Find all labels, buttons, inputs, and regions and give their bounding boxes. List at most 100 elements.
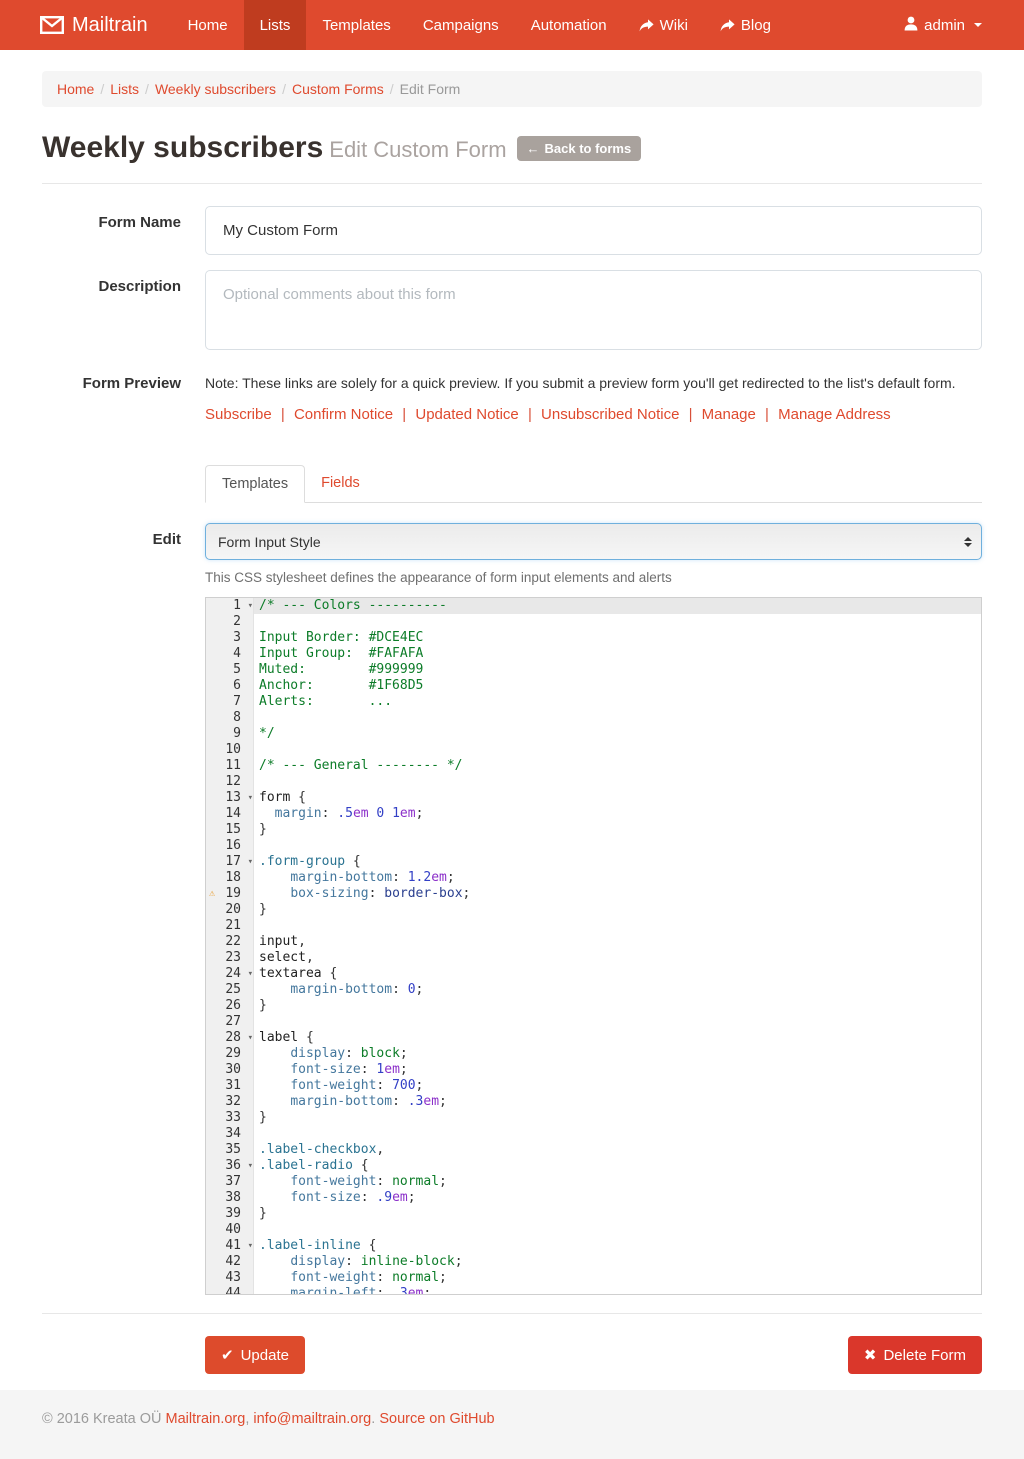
code-token	[259, 1270, 290, 1285]
back-to-forms-label: Back to forms	[545, 141, 632, 156]
line-number: 38	[206, 1190, 254, 1206]
code-token	[259, 1046, 290, 1061]
line-number: 41▾	[206, 1238, 254, 1254]
breadcrumb-item-custom-forms[interactable]: Custom Forms	[292, 81, 384, 97]
line-number: 33	[206, 1110, 254, 1126]
code-token	[259, 1174, 290, 1189]
nav-item-label: Home	[188, 17, 228, 34]
code-token: margin-bottom	[290, 870, 392, 885]
code-token: :	[392, 982, 408, 997]
code-token: display	[290, 1254, 345, 1269]
code-line: margin-bottom: .3em;	[254, 1094, 981, 1110]
code-line: margin-left: .3em;	[254, 1286, 981, 1295]
code-token: font-weight	[290, 1174, 376, 1189]
breadcrumb-item-home[interactable]: Home	[57, 81, 94, 97]
back-to-forms-button[interactable]: ←Back to forms	[517, 136, 642, 161]
nav-item-label: Wiki	[660, 17, 688, 34]
code-line: }	[254, 902, 981, 918]
footer: © 2016 Kreata OÜ Mailtrain.org, info@mai…	[0, 1390, 1024, 1459]
line-number: 37	[206, 1174, 254, 1190]
update-button[interactable]: ✔ Update	[205, 1336, 305, 1374]
line-number: 42	[206, 1254, 254, 1270]
line-number: 23	[206, 950, 254, 966]
code-token: ;	[439, 1174, 447, 1189]
editor-line: 15}	[206, 822, 981, 838]
preview-link-unsubscribed-notice[interactable]: Unsubscribed Notice	[541, 406, 679, 423]
nav-item-automation[interactable]: Automation	[515, 0, 623, 50]
preview-link-manage[interactable]: Manage	[702, 406, 756, 423]
breadcrumb-item-weekly-subscribers[interactable]: Weekly subscribers	[155, 81, 276, 97]
delete-form-button[interactable]: ✖ Delete Form	[848, 1336, 982, 1374]
footer-link-mailtrain-org[interactable]: Mailtrain.org	[166, 1411, 246, 1427]
nav-item-wiki[interactable]: Wiki	[623, 0, 704, 50]
code-token: textarea	[259, 966, 322, 981]
code-line	[254, 710, 981, 726]
tab-templates[interactable]: Templates	[205, 465, 305, 503]
code-line: form {	[254, 790, 981, 806]
code-line: input,	[254, 934, 981, 950]
preview-link-confirm-notice[interactable]: Confirm Notice	[294, 406, 393, 423]
template-select-value: Form Input Style	[218, 534, 321, 550]
editor-line: 9*/	[206, 726, 981, 742]
code-token: ,	[298, 934, 306, 949]
code-token: ;	[400, 1062, 408, 1077]
line-number: 8	[206, 710, 254, 726]
code-token: em	[384, 1062, 400, 1077]
fold-arrow-icon[interactable]: ▾	[248, 1030, 253, 1046]
nav-item-lists[interactable]: Lists	[244, 0, 307, 50]
code-line	[254, 838, 981, 854]
code-line: }	[254, 998, 981, 1014]
breadcrumb-item-lists[interactable]: Lists	[110, 81, 139, 97]
tab-fields[interactable]: Fields	[305, 465, 376, 503]
line-number: 28▾	[206, 1030, 254, 1046]
line-number: 29	[206, 1046, 254, 1062]
footer-link-source-on-github[interactable]: Source on GitHub	[379, 1411, 494, 1427]
code-line: margin: .5em 0 1em;	[254, 806, 981, 822]
nav-item-templates[interactable]: Templates	[306, 0, 406, 50]
code-line: font-weight: normal;	[254, 1270, 981, 1286]
code-token: }	[259, 1206, 267, 1221]
nav-item-home[interactable]: Home	[172, 0, 244, 50]
nav-item-campaigns[interactable]: Campaigns	[407, 0, 515, 50]
fold-arrow-icon[interactable]: ▾	[248, 854, 253, 870]
line-number: 18	[206, 870, 254, 886]
form-name-input[interactable]	[205, 206, 982, 255]
editor-line: 35.label-checkbox,	[206, 1142, 981, 1158]
editor-line: 12	[206, 774, 981, 790]
line-number: 10	[206, 742, 254, 758]
line-number: 7	[206, 694, 254, 710]
nav-item-label: Lists	[260, 17, 291, 34]
brand-label: Mailtrain	[72, 14, 148, 37]
code-token: :	[376, 1286, 392, 1295]
fold-arrow-icon[interactable]: ▾	[248, 1158, 253, 1174]
fold-arrow-icon[interactable]: ▾	[248, 598, 253, 614]
line-number: 9	[206, 726, 254, 742]
preview-link-manage-address[interactable]: Manage Address	[778, 406, 891, 423]
link-separator: |	[756, 406, 778, 423]
navbar: Mailtrain Home Lists TemplatesCampaignsAut…	[0, 0, 1024, 50]
template-select[interactable]: Form Input Style	[205, 523, 982, 560]
fold-arrow-icon[interactable]: ▾	[248, 1238, 253, 1254]
preview-link-subscribe[interactable]: Subscribe	[205, 406, 272, 423]
code-token: }	[259, 902, 267, 917]
code-token: .5	[337, 806, 353, 821]
line-number: 24▾	[206, 966, 254, 982]
nav-item-blog[interactable]: Blog	[704, 0, 787, 50]
description-textarea[interactable]	[205, 270, 982, 350]
preview-link-updated-notice[interactable]: Updated Notice	[415, 406, 518, 423]
editor-line: 41▾.label-inline {	[206, 1238, 981, 1254]
css-code-editor[interactable]: 1▾/* --- Colors ----------23Input Border…	[205, 597, 982, 1295]
code-token: Input Group: #FAFAFA	[259, 646, 423, 661]
code-line: /* --- General -------- */	[254, 758, 981, 774]
brand-link[interactable]: Mailtrain	[40, 0, 148, 50]
user-menu-button[interactable]: admin	[888, 0, 1024, 50]
fold-arrow-icon[interactable]: ▾	[248, 790, 253, 806]
editor-line: 4Input Group: #FAFAFA	[206, 646, 981, 662]
editor-line: 31 font-weight: 700;	[206, 1078, 981, 1094]
code-token: :	[376, 1174, 392, 1189]
footer-link-info-mailtrain-org[interactable]: info@mailtrain.org	[253, 1411, 371, 1427]
code-token: margin-left	[290, 1286, 376, 1295]
fold-arrow-icon[interactable]: ▾	[248, 966, 253, 982]
line-number: 27	[206, 1014, 254, 1030]
code-token: margin-bottom	[290, 982, 392, 997]
